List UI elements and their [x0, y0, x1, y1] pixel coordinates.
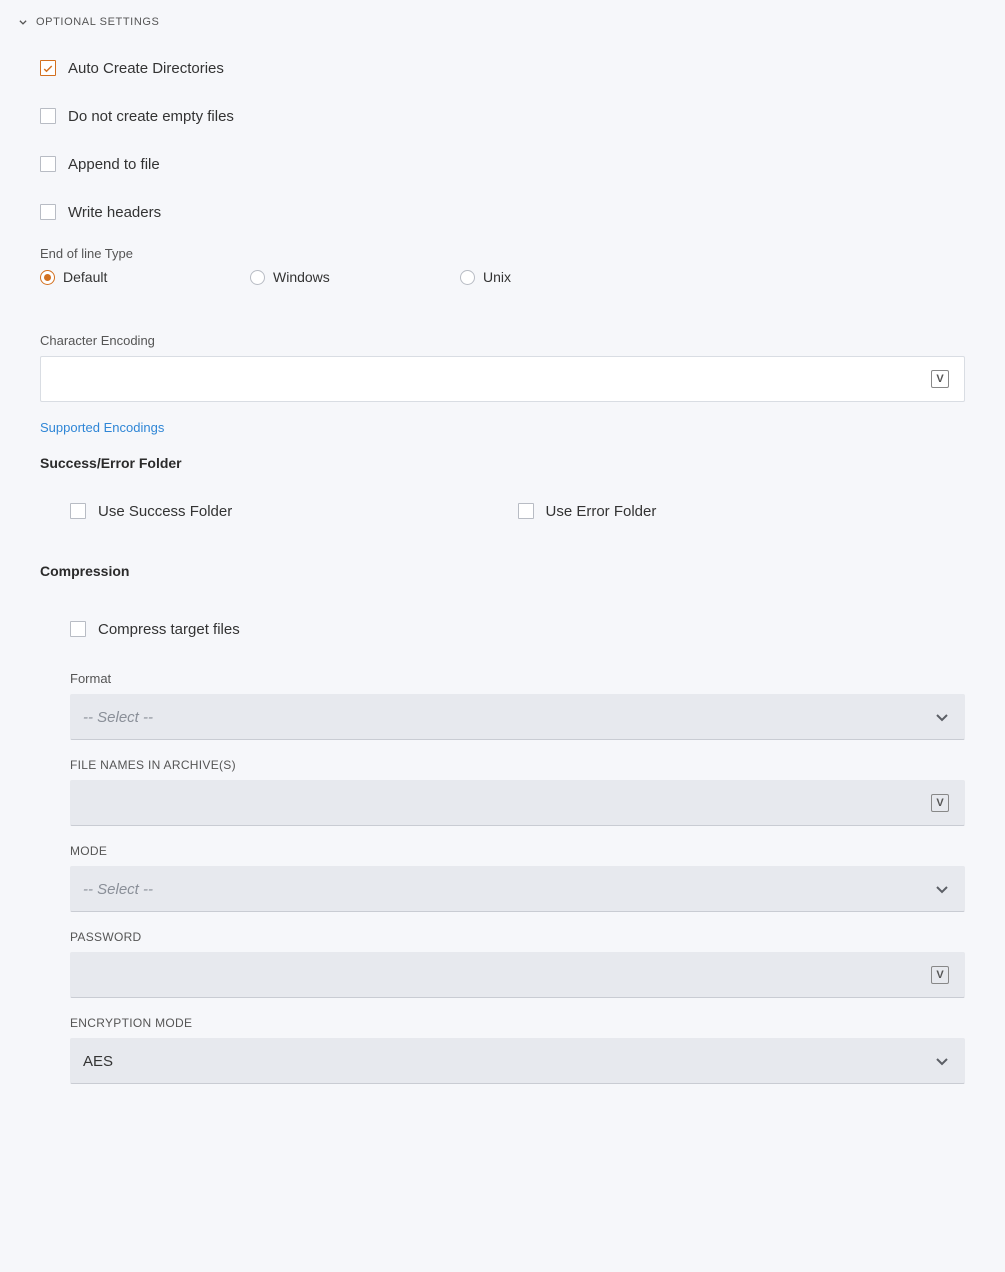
mode-select[interactable]: -- Select -- [70, 866, 965, 912]
eol-unix-option[interactable]: Unix [460, 269, 670, 285]
error-folder-label: Use Error Folder [546, 503, 657, 520]
encryption-value: AES [71, 1053, 928, 1070]
chevron-down-icon [18, 17, 28, 27]
no-empty-checkbox[interactable] [40, 108, 56, 124]
compress-target-row: Compress target files [70, 605, 965, 653]
filenames-label: File Names in Archive(s) [70, 758, 965, 772]
filenames-group: File Names in Archive(s) V [70, 758, 965, 826]
encryption-label: Encryption Mode [70, 1016, 965, 1030]
no-empty-row: Do not create empty files [40, 92, 965, 140]
success-folder-label: Use Success Folder [98, 503, 232, 520]
variable-picker-button[interactable]: V [926, 365, 954, 393]
password-label: Password [70, 930, 965, 944]
chevron-down-icon [928, 875, 956, 903]
optional-settings-panel: Optional Settings Auto Create Directorie… [0, 0, 1005, 1134]
format-label: Format [70, 671, 965, 686]
error-folder-row: Use Error Folder [518, 487, 966, 535]
optional-settings-header[interactable]: Optional Settings [0, 10, 1005, 34]
eol-windows-label: Windows [273, 269, 330, 285]
compress-target-label: Compress target files [98, 621, 240, 638]
encoding-input[interactable]: V [40, 356, 965, 402]
eol-default-label: Default [63, 269, 107, 285]
encryption-select[interactable]: AES [70, 1038, 965, 1084]
headers-label: Write headers [68, 204, 161, 221]
radio-icon [250, 270, 265, 285]
eol-unix-label: Unix [483, 269, 511, 285]
eol-default-option[interactable]: Default [40, 269, 250, 285]
encoding-group: Character Encoding V Supported Encodings [40, 333, 965, 437]
radio-icon [40, 270, 55, 285]
append-checkbox[interactable] [40, 156, 56, 172]
supported-encodings-link[interactable]: Supported Encodings [40, 420, 164, 435]
eol-group: End of line Type Default Windows Unix [40, 246, 965, 285]
mode-group: Mode -- Select -- [70, 844, 965, 912]
chevron-down-icon [928, 703, 956, 731]
format-group: Format -- Select -- [70, 671, 965, 740]
radio-icon [460, 270, 475, 285]
compress-target-checkbox[interactable] [70, 621, 86, 637]
options-group: Auto Create Directories Do not create em… [0, 34, 1005, 487]
variable-icon: V [931, 794, 949, 812]
success-folder-checkbox[interactable] [70, 503, 86, 519]
folders-title: Success/Error Folder [40, 455, 965, 471]
section-title-text: Optional Settings [36, 16, 159, 28]
eol-radio-row: Default Windows Unix [40, 269, 965, 285]
append-label: Append to file [68, 156, 160, 173]
filenames-input[interactable]: V [70, 780, 965, 826]
auto-create-row: Auto Create Directories [40, 44, 965, 92]
variable-icon: V [931, 966, 949, 984]
check-icon [42, 62, 54, 74]
encoding-label: Character Encoding [40, 333, 965, 348]
eol-windows-option[interactable]: Windows [250, 269, 460, 285]
format-select[interactable]: -- Select -- [70, 694, 965, 740]
auto-create-label: Auto Create Directories [68, 60, 224, 77]
password-input[interactable]: V [70, 952, 965, 998]
compression-group: Compress target files Format -- Select -… [0, 595, 1005, 1094]
variable-picker-button[interactable]: V [926, 961, 954, 989]
compression-title: Compression [40, 563, 965, 579]
variable-picker-button[interactable]: V [926, 789, 954, 817]
mode-label: Mode [70, 844, 965, 858]
append-row: Append to file [40, 140, 965, 188]
folders-group: Use Success Folder Use Error Folder [0, 487, 1005, 545]
variable-icon: V [931, 370, 949, 388]
encryption-group: Encryption Mode AES [70, 1016, 965, 1084]
headers-checkbox[interactable] [40, 204, 56, 220]
auto-create-checkbox[interactable] [40, 60, 56, 76]
compression-title-wrap: Compression [0, 563, 1005, 595]
eol-label: End of line Type [40, 246, 965, 261]
headers-row: Write headers [40, 188, 965, 236]
format-placeholder: -- Select -- [71, 709, 928, 726]
success-folder-row: Use Success Folder [70, 487, 518, 535]
no-empty-label: Do not create empty files [68, 108, 234, 125]
error-folder-checkbox[interactable] [518, 503, 534, 519]
chevron-down-icon [928, 1047, 956, 1075]
password-group: Password V [70, 930, 965, 998]
mode-placeholder: -- Select -- [71, 881, 928, 898]
